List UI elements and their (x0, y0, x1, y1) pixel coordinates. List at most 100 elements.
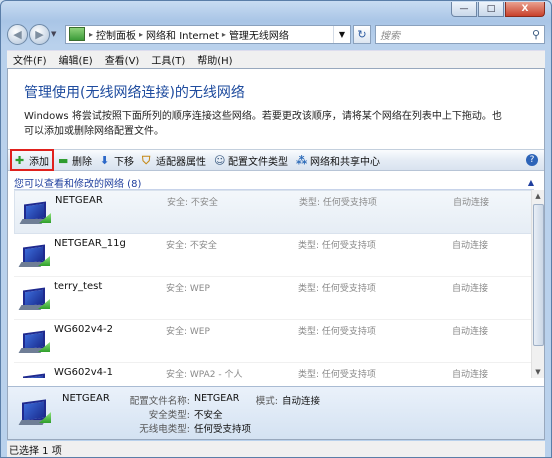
radio-type-value: 任何受支持项 (194, 424, 252, 435)
wireless-network-icon (18, 369, 50, 378)
page-description: Windows 将尝试按照下面所列的顺序连接这些网络。若要更改该顺序，请将某个网… (24, 111, 502, 137)
network-type: 类型: 任何受支持项 (298, 241, 376, 251)
scroll-up-icon[interactable]: ▲ (532, 190, 544, 202)
network-type: 类型: 任何受支持项 (298, 284, 376, 294)
address-bar[interactable]: ▸ 控制面板 ▸ 网络和 Internet ▸ 管理无线网络 ▼ (65, 24, 351, 44)
menu-help[interactable]: 帮助(H) (191, 52, 238, 67)
wireless-network-icon (18, 395, 52, 427)
network-icon: ⁂ (296, 153, 308, 167)
search-placeholder: 搜索 (380, 30, 400, 42)
page-title: 管理使用(无线网络连接)的无线网络 (24, 85, 245, 101)
search-input[interactable]: 搜索 ⚲ (375, 24, 545, 44)
add-icon: ✚ (15, 153, 25, 167)
network-mode: 自动连接 (452, 241, 489, 251)
content-pane: 管理使用(无线网络连接)的无线网络 Windows 将尝试按照下面所列的顺序连接… (7, 68, 545, 440)
menu-tools[interactable]: 工具(T) (145, 52, 191, 67)
list-item[interactable]: terry_test 安全: WEP 类型: 任何受支持项 自动连接 (14, 277, 532, 320)
network-group-header[interactable]: 您可以查看和修改的网络 (8) ▲ (14, 175, 534, 190)
details-pane: NETGEAR 配置文件名称: NETGEAR 模式: 自动连接 安全类型: 不… (8, 386, 544, 439)
network-type: 类型: 任何受支持项 (298, 370, 376, 378)
network-name: WG602v4-2 (54, 324, 113, 335)
move-down-label: 下移 (114, 156, 134, 168)
collapse-icon[interactable]: ▲ (528, 178, 534, 187)
chevron-right-icon[interactable]: ▸ (89, 30, 93, 39)
breadcrumb-control-panel[interactable]: 控制面板 (96, 27, 136, 42)
menu-bar: 文件(F) 编辑(E) 查看(V) 工具(T) 帮助(H) (7, 50, 545, 68)
network-mode: 自动连接 (452, 327, 489, 337)
breadcrumb-manage-wireless[interactable]: 管理无线网络 (229, 27, 289, 42)
arrow-down-icon: ⬇ (100, 153, 110, 167)
adapter-properties-label: 适配器属性 (156, 156, 206, 168)
remove-label: 删除 (72, 156, 92, 168)
refresh-icon[interactable]: ↻ (353, 24, 371, 44)
network-security: 安全: 不安全 (167, 198, 218, 208)
navigation-bar: ◀ ▶ ▼ ▸ 控制面板 ▸ 网络和 Internet ▸ 管理无线网络 ▼ ↻… (7, 22, 545, 46)
toolbar: ✚ 添加 ▬ 删除 ⬇ 下移 ⛉ 适配器属性 ☺ 配置文件类型 ⁂ 网络和共享中… (8, 149, 544, 171)
network-type: 类型: 任何受支持项 (298, 327, 376, 337)
network-mode: 自动连接 (453, 198, 490, 208)
control-panel-icon (69, 27, 85, 41)
wireless-network-icon (18, 240, 50, 270)
wireless-network-icon (18, 283, 50, 313)
list-item[interactable]: WG602v4-1 安全: WPA2 - 个人 类型: 任何受支持项 自动连接 (14, 363, 532, 378)
caption-buttons: — □ X (451, 2, 545, 17)
profile-name-label: 配置文件名称: (129, 396, 190, 407)
network-security: 安全: WEP (166, 284, 210, 294)
network-mode: 自动连接 (452, 284, 489, 294)
breadcrumb-network-internet[interactable]: 网络和 Internet (146, 27, 219, 42)
remove-icon: ▬ (58, 153, 69, 167)
wireless-network-icon (18, 326, 50, 356)
network-security: 安全: WEP (166, 327, 210, 337)
radio-type-label: 无线电类型: (139, 424, 190, 435)
add-button[interactable]: ✚ 添加 (10, 149, 54, 171)
window: — □ X ◀ ▶ ▼ ▸ 控制面板 ▸ 网络和 Internet ▸ 管理无线… (0, 0, 552, 458)
back-icon[interactable]: ◀ (7, 23, 28, 45)
address-dropdown-icon[interactable]: ▼ (333, 25, 350, 43)
menu-view[interactable]: 查看(V) (99, 52, 146, 67)
list-item[interactable]: NETGEAR 安全: 不安全 类型: 任何受支持项 自动连接 (14, 190, 532, 234)
remove-button[interactable]: ▬ 删除 (54, 150, 96, 170)
chevron-right-icon[interactable]: ▸ (139, 30, 143, 39)
maximize-button[interactable]: □ (478, 2, 504, 17)
search-icon[interactable]: ⚲ (532, 28, 540, 41)
network-list: NETGEAR 安全: 不安全 类型: 任何受支持项 自动连接 NETGEAR_… (14, 190, 532, 378)
network-name: terry_test (54, 281, 103, 292)
forward-icon[interactable]: ▶ (29, 23, 50, 45)
scroll-down-icon[interactable]: ▼ (532, 366, 544, 378)
network-name: NETGEAR (55, 195, 103, 206)
help-icon[interactable]: ? (526, 154, 538, 166)
profile-type-label: 配置文件类型 (228, 156, 288, 168)
list-item[interactable]: WG602v4-2 安全: WEP 类型: 任何受支持项 自动连接 (14, 320, 532, 363)
menu-edit[interactable]: 编辑(E) (53, 52, 99, 67)
security-type-label: 安全类型: (148, 410, 190, 421)
security-type-value: 不安全 (194, 410, 223, 421)
details-network-name: NETGEAR (62, 393, 110, 404)
network-center-button[interactable]: ⁂ 网络和共享中心 (292, 150, 384, 170)
network-type: 类型: 任何受支持项 (299, 198, 377, 208)
user-icon: ☺ (214, 153, 226, 167)
list-item[interactable]: NETGEAR_11g 安全: 不安全 类型: 任何受支持项 自动连接 (14, 234, 532, 277)
add-label: 添加 (29, 156, 49, 168)
vertical-scrollbar[interactable]: ▲ ▼ (531, 190, 544, 378)
network-center-label: 网络和共享中心 (310, 156, 380, 168)
mode-value: 自动连接 (282, 396, 321, 407)
status-bar: 已选择 1 项 (7, 441, 545, 457)
network-mode: 自动连接 (452, 370, 489, 378)
status-text: 已选择 1 项 (9, 445, 62, 457)
adapter-properties-button[interactable]: ⛉ 适配器属性 (138, 150, 210, 170)
network-security: 安全: 不安全 (166, 241, 217, 251)
wireless-network-icon (19, 197, 51, 227)
scrollbar-thumb[interactable] (533, 204, 544, 346)
network-name: WG602v4-1 (54, 367, 113, 378)
network-name: NETGEAR_11g (54, 238, 126, 249)
history-dropdown-icon[interactable]: ▼ (51, 30, 61, 38)
move-down-button[interactable]: ⬇ 下移 (96, 150, 138, 170)
close-button[interactable]: X (505, 2, 545, 17)
shield-icon: ⛉ (142, 153, 151, 167)
chevron-right-icon[interactable]: ▸ (222, 30, 226, 39)
network-security: 安全: WPA2 - 个人 (166, 370, 243, 378)
minimize-button[interactable]: — (451, 2, 477, 17)
mode-label: 模式: (255, 396, 278, 407)
menu-file[interactable]: 文件(F) (7, 52, 53, 67)
profile-type-button[interactable]: ☺ 配置文件类型 (210, 150, 292, 170)
